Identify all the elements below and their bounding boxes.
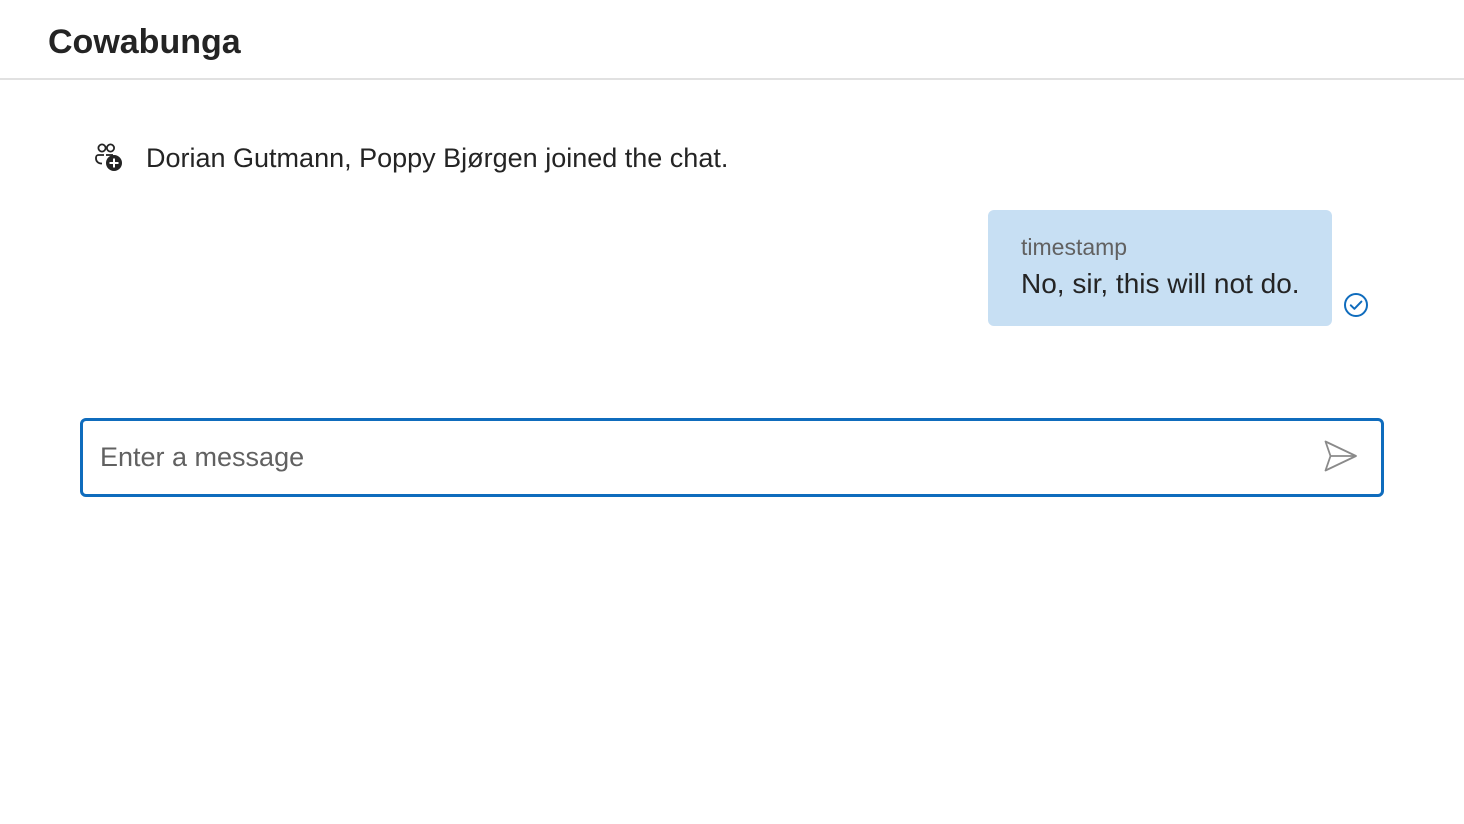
person-add-icon [94, 142, 126, 174]
sent-message-bubble[interactable]: timestamp No, sir, this will not do. [988, 210, 1332, 326]
checkmark-circle-icon [1342, 291, 1370, 319]
message-composer [80, 418, 1384, 497]
chat-header: Cowabunga [0, 0, 1464, 80]
send-icon [1323, 439, 1359, 478]
system-message-text: Dorian Gutmann, Poppy Bjørgen joined the… [146, 142, 729, 173]
system-message: Dorian Gutmann, Poppy Bjørgen joined the… [94, 138, 728, 178]
chat-title: Cowabunga [48, 23, 241, 61]
send-button[interactable] [1319, 437, 1363, 479]
message-timestamp: timestamp [1021, 234, 1128, 260]
message-text: No, sir, this will not do. [1021, 268, 1300, 299]
message-input[interactable] [100, 435, 1300, 479]
